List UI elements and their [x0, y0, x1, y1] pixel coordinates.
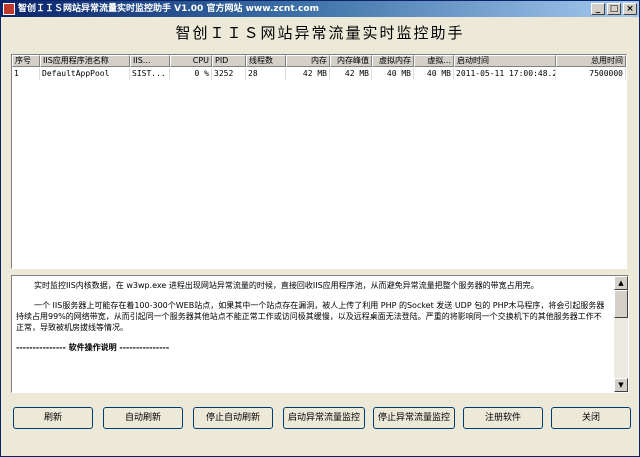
column-header-iis[interactable]: IIS... — [130, 55, 170, 67]
cell-pool-name: DefaultAppPool — [40, 68, 130, 80]
cell-memory: 42 MB — [286, 68, 330, 80]
table-row[interactable]: 1 DefaultAppPool SIST... 0 % 3252 28 42 … — [12, 68, 626, 80]
refresh-button[interactable]: 刷新 — [13, 407, 93, 429]
column-header-memory[interactable]: 内存 — [286, 55, 330, 67]
column-header-virtual-peak[interactable]: 虚拟... — [414, 55, 454, 67]
app-icon — [3, 3, 15, 15]
minimize-button[interactable]: _ — [591, 3, 605, 15]
stop-auto-refresh-button[interactable]: 停止自动刷新 — [193, 407, 273, 429]
column-header-pool-name[interactable]: IIS应用程序池名称 — [40, 55, 130, 67]
scroll-up-icon[interactable]: ▲ — [614, 276, 628, 290]
cell-peak-memory: 42 MB — [330, 68, 372, 80]
cell-pid: 3252 — [212, 68, 246, 80]
button-bar: 刷新 自动刷新 停止自动刷新 启动异常流量监控 停止异常流量监控 注册软件 关闭 — [1, 401, 639, 431]
scroll-thumb[interactable] — [614, 290, 628, 318]
maximize-button[interactable]: □ — [607, 3, 621, 15]
title-bar[interactable]: 智创ＩＩＳ网站异常流量实时监控助手 V1.00 官方网站 www.zcnt.co… — [1, 1, 639, 17]
main-window: 智创ＩＩＳ网站异常流量实时监控助手 V1.00 官方网站 www.zcnt.co… — [0, 0, 640, 457]
info-text-box[interactable]: 实时监控IIS内核数据，在 w3wp.exe 进程出现网站异常流量的时候，直接回… — [11, 275, 629, 393]
stop-monitor-button[interactable]: 停止异常流量监控 — [373, 407, 455, 429]
column-header-pid[interactable]: PID — [212, 55, 246, 67]
column-header-threads[interactable]: 线程数 — [246, 55, 286, 67]
app-pool-grid[interactable]: 序号 IIS应用程序池名称 IIS... CPU PID 线程数 内存 内存峰值… — [11, 54, 627, 269]
start-monitor-button[interactable]: 启动异常流量监控 — [283, 407, 365, 429]
vertical-scrollbar[interactable]: ▲ ▼ — [614, 276, 628, 392]
close-window-button[interactable]: × — [623, 3, 637, 15]
cell-total-time: 7500000 — [556, 68, 626, 80]
info-paragraph-2: 一个 IIS服务器上可能存在着100-300个WEB站点，如果其中一个站点存在漏… — [16, 301, 605, 332]
cell-virtual-memory: 40 MB — [372, 68, 414, 80]
window-title: 智创ＩＩＳ网站异常流量实时监控助手 V1.00 官方网站 www.zcnt.co… — [18, 4, 319, 14]
column-header-virtual-memory[interactable]: 虚拟内存 — [372, 55, 414, 67]
info-paragraph-1: 实时监控IIS内核数据，在 w3wp.exe 进程出现网站异常流量的时候，直接回… — [34, 281, 539, 290]
cell-index: 1 — [12, 68, 40, 80]
column-header-total-time[interactable]: 总用时间 — [556, 55, 626, 67]
info-separator: --------------- 软件操作说明 --------------- — [16, 343, 170, 352]
column-header-peak-memory[interactable]: 内存峰值 — [330, 55, 372, 67]
grid-header: 序号 IIS应用程序池名称 IIS... CPU PID 线程数 内存 内存峰值… — [12, 55, 626, 67]
scroll-down-icon[interactable]: ▼ — [614, 378, 628, 392]
app-heading: 智创ＩＩＳ网站异常流量实时监控助手 — [175, 24, 465, 42]
cell-cpu: 0 % — [170, 68, 212, 80]
auto-refresh-button[interactable]: 自动刷新 — [103, 407, 183, 429]
cell-iis: SIST... — [130, 68, 170, 80]
info-text: 实时监控IIS内核数据，在 w3wp.exe 进程出现网站异常流量的时候，直接回… — [16, 280, 608, 390]
close-button[interactable]: 关闭 — [551, 407, 631, 429]
register-button[interactable]: 注册软件 — [463, 407, 543, 429]
cell-threads: 28 — [246, 68, 286, 80]
column-header-start-time[interactable]: 启动时间 — [454, 55, 556, 67]
cell-virtual-peak: 40 MB — [414, 68, 454, 80]
column-header-index[interactable]: 序号 — [12, 55, 40, 67]
cell-start-time: 2011-05-11 17:00:48.218 — [456, 68, 556, 80]
column-header-cpu[interactable]: CPU — [170, 55, 212, 67]
